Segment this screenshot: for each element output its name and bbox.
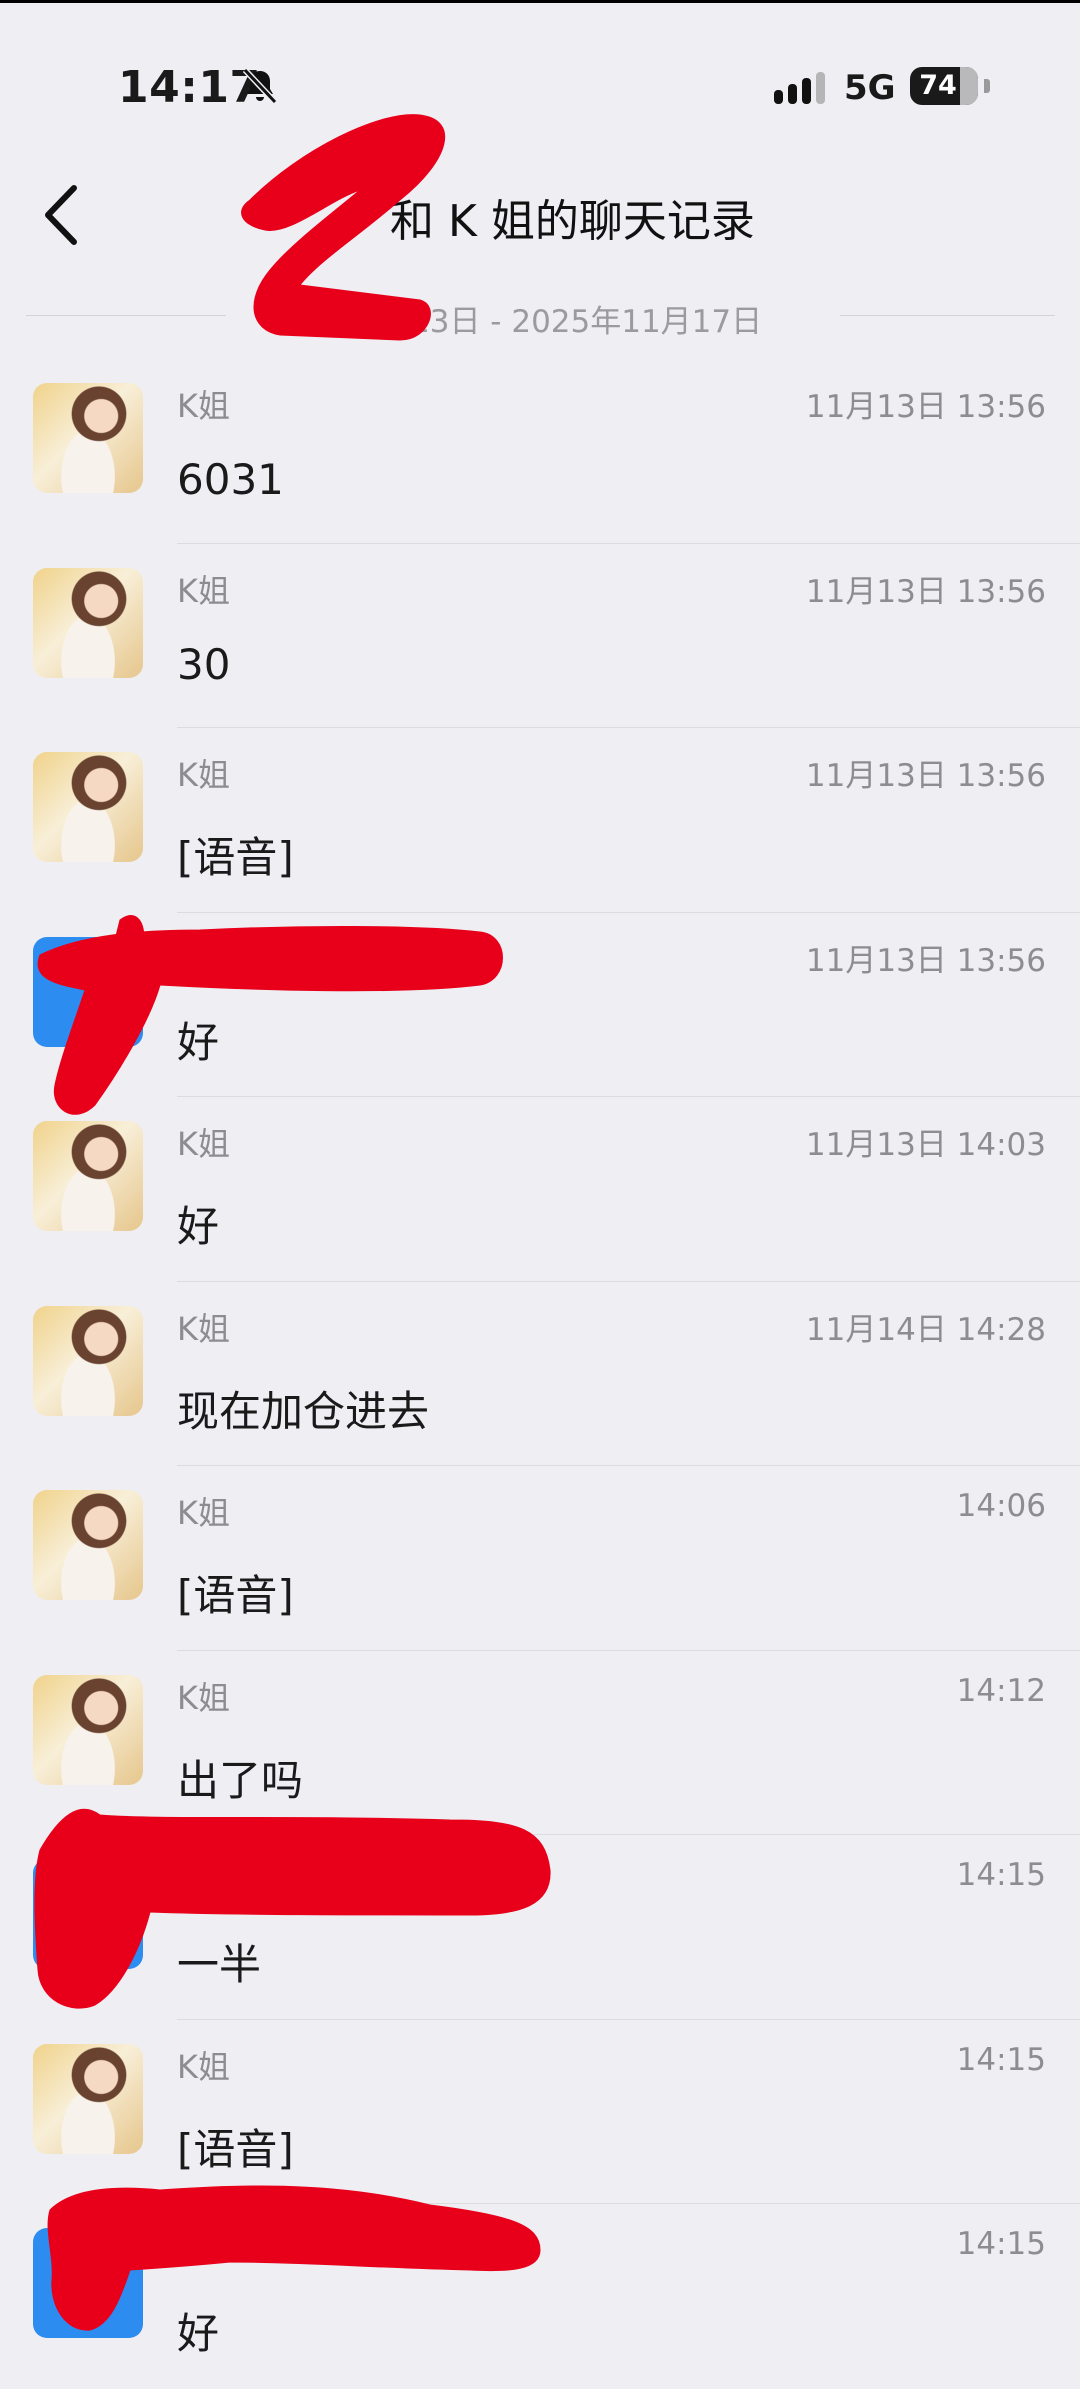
avatar[interactable]: [33, 1121, 143, 1231]
sender-name: K姐: [177, 571, 230, 610]
sender-name: K姐: [177, 1309, 230, 1348]
bell-muted-icon: [242, 67, 278, 105]
divider: [840, 315, 1055, 316]
message-row[interactable]: K姐 14:15 [语音]: [0, 2020, 1080, 2204]
message-text: [语音]: [177, 1571, 294, 1620]
message-row[interactable]: K姐 14:06 [语音]: [0, 1466, 1080, 1651]
message-row[interactable]: K姐 11月14日 14:28 现在加仓进去: [0, 1282, 1080, 1466]
sender-name: K姐: [177, 1494, 230, 1532]
message-time: 14:15: [956, 1857, 1046, 1893]
avatar[interactable]: [33, 1490, 143, 1600]
battery-icon: 74: [910, 67, 990, 105]
avatar[interactable]: [33, 752, 143, 862]
message-row[interactable]: K姐 11月13日 13:56 30: [0, 544, 1080, 728]
sender-name: K姐: [177, 756, 230, 794]
avatar[interactable]: [33, 1859, 143, 1969]
signal-icon: [774, 72, 825, 104]
avatar[interactable]: [33, 383, 143, 493]
message-time: 14:12: [956, 1672, 1046, 1709]
message-text: 好: [177, 2309, 220, 2358]
message-time: 14:15: [956, 2226, 1046, 2262]
message-row[interactable]: K姐 14:12 出了吗: [0, 1651, 1080, 1835]
page-title: 和 K 姐的聊天记录: [390, 196, 755, 247]
message-text: [语音]: [177, 833, 294, 882]
battery-percent: 74: [919, 70, 957, 101]
message-text: 30: [177, 639, 231, 689]
message-text: [语音]: [177, 2124, 294, 2174]
message-row[interactable]: 14:15 一半: [0, 1835, 1080, 2020]
message-time: 11月13日 13:56: [805, 389, 1046, 425]
avatar[interactable]: [33, 1305, 143, 1416]
message-text: 一半: [177, 1940, 262, 1989]
message-time: 11月14日 14:28: [805, 1311, 1046, 1348]
network-type: 5G: [844, 68, 896, 108]
message-row[interactable]: K姐 11月13日 13:56 6031: [0, 359, 1080, 544]
sender-name: K姐: [177, 1678, 230, 1717]
message-row[interactable]: 11月13日 13:56 好: [0, 913, 1080, 1097]
sender-name: K姐: [177, 1125, 230, 1163]
message-time: 11月13日 13:56: [805, 573, 1046, 610]
avatar[interactable]: [33, 2043, 143, 2154]
message-row[interactable]: 14:15 好: [0, 2204, 1080, 2389]
avatar[interactable]: [33, 1674, 143, 1785]
message-text: 出了吗: [177, 1755, 304, 1805]
chevron-left-icon[interactable]: [34, 180, 94, 250]
status-bar: 14:17 5G 74: [0, 0, 1080, 150]
message-text: 好: [177, 1017, 220, 1067]
date-range: 13日 - 2025年11月17日: [410, 304, 763, 340]
message-list: K姐 11月13日 13:56 6031 K姐 11月13日 13:56 30 K姐 11月1…: [0, 359, 1080, 2389]
message-row[interactable]: K姐 11月13日 14:03 好: [0, 1097, 1080, 1282]
avatar[interactable]: [33, 2228, 143, 2338]
message-row[interactable]: K姐 11月13日 13:56 [语音]: [0, 728, 1080, 913]
sender-name: K姐: [177, 2047, 230, 2086]
message-text: 现在加仓进去: [177, 1386, 430, 1436]
message-time: 11月13日 14:03: [805, 1127, 1046, 1163]
message-time: 14:15: [956, 2041, 1046, 2078]
message-text: 6031: [177, 455, 284, 504]
divider: [26, 315, 226, 316]
message-text: 好: [177, 1202, 220, 1251]
message-time: 11月13日 13:56: [805, 758, 1046, 794]
message-time: 11月13日 13:56: [805, 942, 1046, 979]
message-time: 14:06: [956, 1488, 1046, 1524]
sender-name: K姐: [177, 387, 230, 425]
avatar[interactable]: [33, 936, 143, 1047]
avatar[interactable]: [33, 567, 143, 678]
